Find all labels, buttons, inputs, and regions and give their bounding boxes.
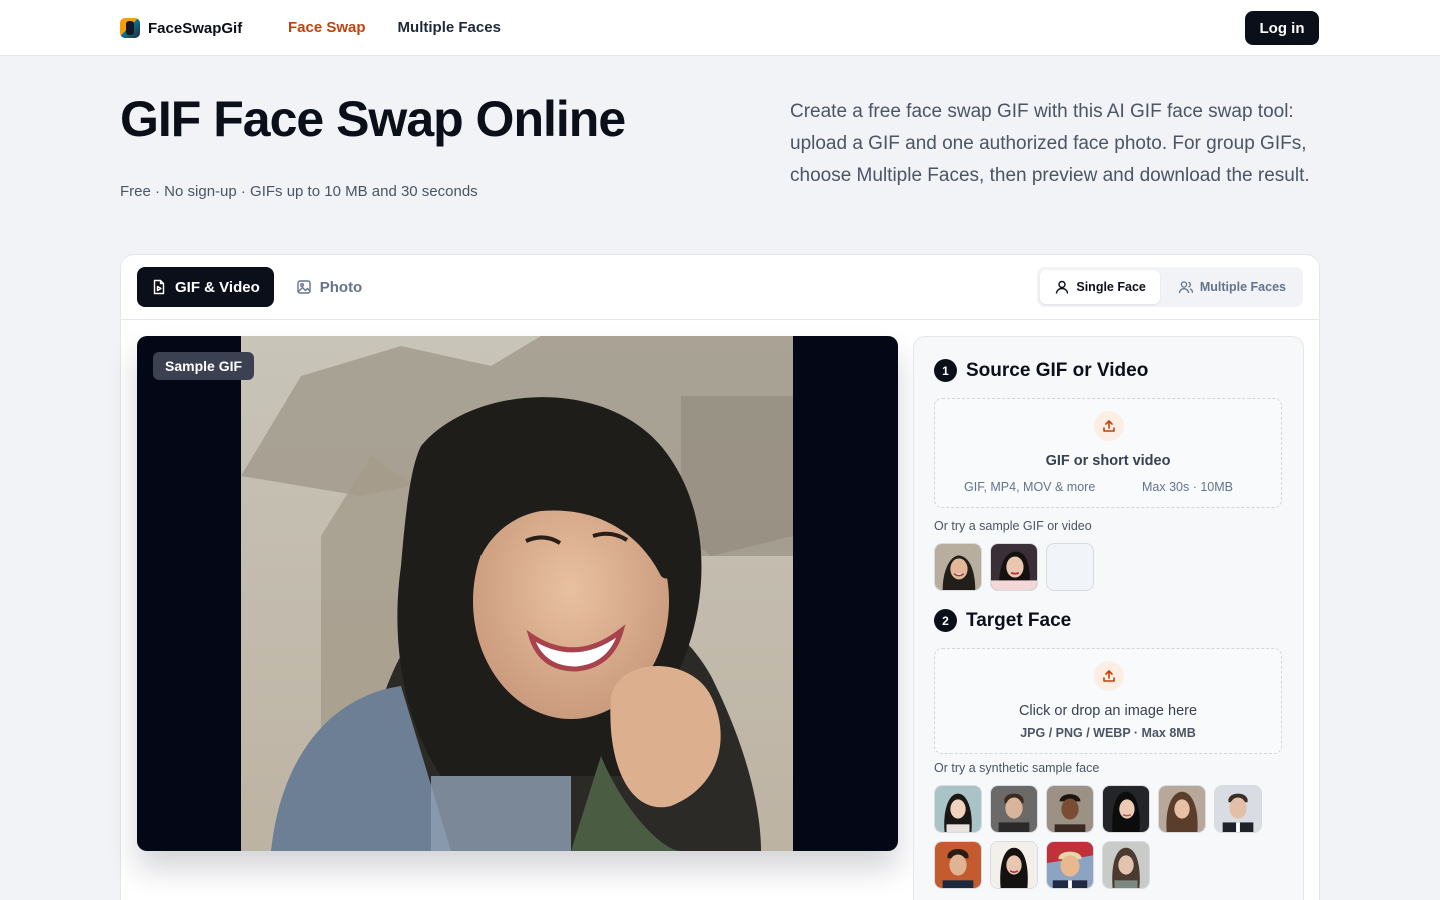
seg-label: Single Face <box>1076 280 1146 294</box>
sample-face-thumb[interactable] <box>990 841 1038 889</box>
dropzone-formats: GIF, MP4, MOV & more <box>964 480 1096 494</box>
sample-gif-hint: Or try a sample GIF or video <box>934 519 1092 533</box>
face-swap-card: GIF & Video Photo Single Face Multiple F… <box>120 254 1320 900</box>
main-nav: Face Swap Multiple Faces <box>288 19 501 36</box>
step-number: 1 <box>934 359 957 382</box>
sample-face-thumb[interactable] <box>934 841 982 889</box>
sample-face-hint: Or try a synthetic sample face <box>934 761 1100 775</box>
brand-name: FaceSwapGif <box>148 19 243 37</box>
page-title: GIF Face Swap Online <box>120 91 626 147</box>
tab-label: GIF & Video <box>175 278 260 296</box>
top-navbar: FaceSwapGif Face Swap Multiple Faces Log… <box>0 0 1440 56</box>
sample-face-thumb[interactable] <box>1046 841 1094 889</box>
hero-description: Create a free face swap GIF with this AI… <box>790 101 1310 186</box>
step-title: Target Face <box>966 609 1072 631</box>
brand[interactable]: FaceSwapGif <box>120 18 242 38</box>
logo-icon <box>120 18 140 38</box>
sample-video-thumb[interactable] <box>990 543 1038 591</box>
source-dropzone[interactable]: GIF or short video GIF, MP4, MOV & more … <box>934 398 1282 508</box>
image-icon <box>297 280 311 294</box>
mode-tabs: GIF & Video Photo <box>137 267 376 307</box>
step-source-header: 1 Source GIF or Video <box>934 359 1148 382</box>
tab-label: Photo <box>319 278 363 296</box>
upload-panel: 1 Source GIF or Video GIF or short video… <box>913 336 1304 900</box>
tab-gif-video[interactable]: GIF & Video <box>137 267 274 307</box>
sample-face-thumb[interactable] <box>990 785 1038 833</box>
sample-face-thumb[interactable] <box>1102 785 1150 833</box>
sample-empty-thumb[interactable] <box>1046 543 1094 591</box>
sample-face-thumb[interactable] <box>1158 785 1206 833</box>
sample-face-thumb[interactable] <box>1102 841 1150 889</box>
upload-icon <box>1094 411 1124 441</box>
sample-gif-thumb[interactable] <box>934 543 982 591</box>
dropzone-title: GIF or short video <box>1045 453 1171 469</box>
seg-label: Multiple Faces <box>1199 280 1286 294</box>
file-video-icon <box>153 279 165 295</box>
hero-subtitle: Free · No sign-up · GIFs up to 10 MB and… <box>120 183 478 200</box>
dropzone-title: Click or drop an image here <box>1018 703 1198 719</box>
target-dropzone[interactable]: Click or drop an image here JPG / PNG / … <box>934 648 1282 754</box>
single-face-button[interactable]: Single Face <box>1040 270 1160 304</box>
user-icon <box>1056 280 1069 294</box>
sample-gif-badge: Sample GIF <box>153 352 255 380</box>
dropzone-formats: JPG / PNG / WEBP · Max 8MB <box>1020 726 1196 740</box>
sample-face-thumb[interactable] <box>1214 785 1262 833</box>
nav-face-swap[interactable]: Face Swap <box>288 19 366 36</box>
gif-preview: Sample GIF <box>137 336 898 851</box>
users-icon <box>1178 281 1194 294</box>
step-number: 2 <box>934 609 957 632</box>
login-button[interactable]: Log in <box>1245 11 1319 45</box>
face-mode-toggle: Single Face Multiple Faces <box>1037 267 1303 307</box>
nav-multiple-faces[interactable]: Multiple Faces <box>398 19 501 36</box>
sample-gif-image <box>241 336 793 851</box>
divider <box>121 319 1319 320</box>
sample-face-thumb[interactable] <box>934 785 982 833</box>
upload-icon <box>1094 661 1124 691</box>
sample-face-thumb[interactable] <box>1046 785 1094 833</box>
multiple-faces-button[interactable]: Multiple Faces <box>1164 270 1300 304</box>
step-target-header: 2 Target Face <box>934 609 1071 632</box>
dropzone-limits: Max 30s · 10MB <box>1142 480 1234 494</box>
tab-photo[interactable]: Photo <box>282 267 377 307</box>
step-title: Source GIF or Video <box>966 359 1149 381</box>
